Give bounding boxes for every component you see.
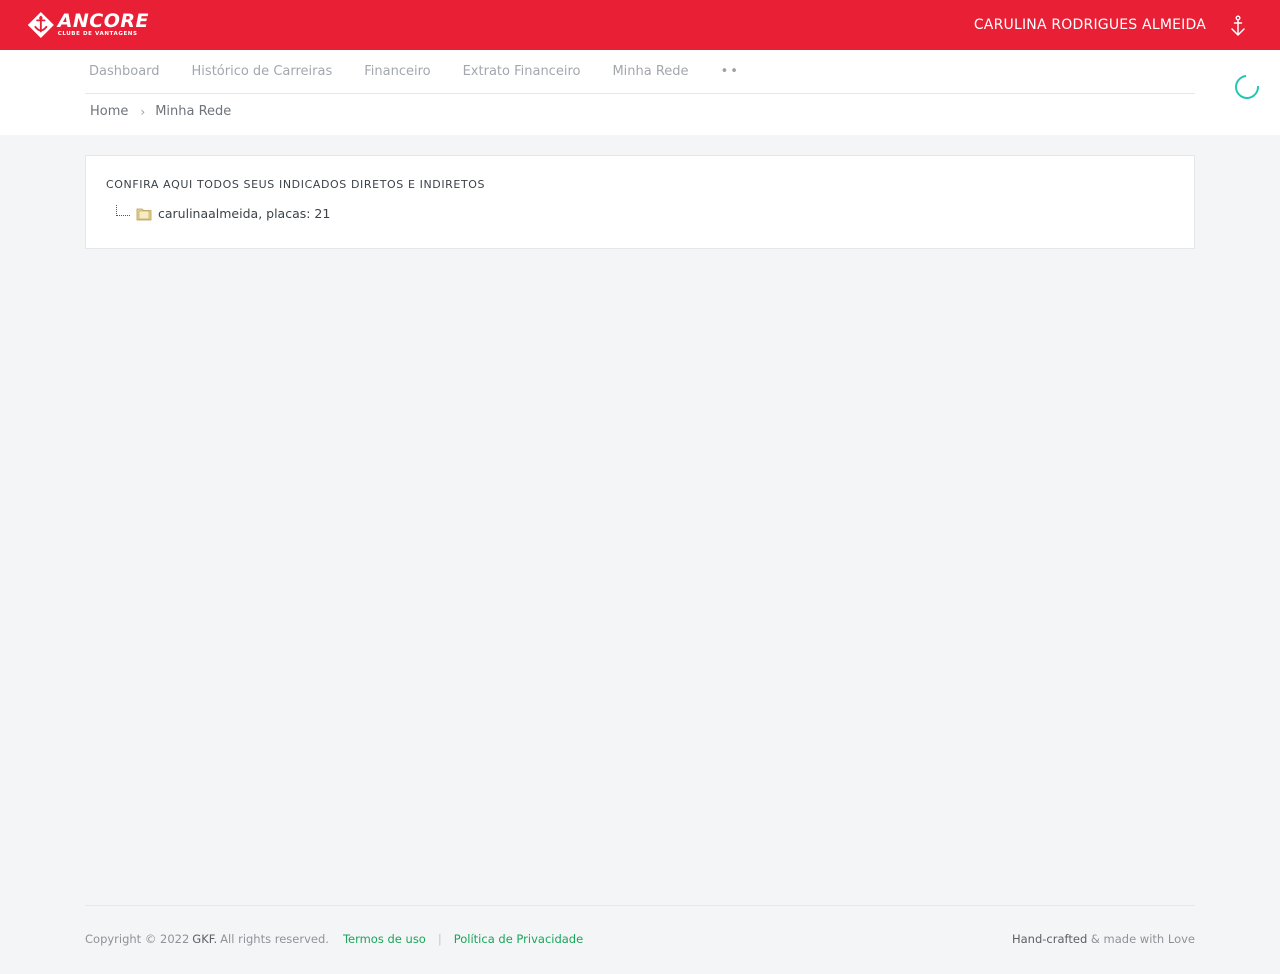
menu-item-dashboard[interactable]: Dashboard xyxy=(85,64,164,79)
breadcrumb-home[interactable]: Home xyxy=(90,104,128,119)
terms-link[interactable]: Termos de uso xyxy=(343,932,426,946)
tree-node[interactable]: carulinaalmeida, placas: 21 xyxy=(116,205,331,221)
menu-item-minha-rede[interactable]: Minha Rede xyxy=(608,64,692,79)
anchor-icon xyxy=(1231,15,1245,36)
tree-node-label: carulinaalmeida, placas: 21 xyxy=(158,206,331,221)
copyright-text: Copyright © 2022 xyxy=(85,932,190,946)
rights-text: All rights reserved. xyxy=(220,932,329,946)
footer-left: Copyright © 2022 GKF. All rights reserve… xyxy=(85,932,583,946)
card-title: CONFIRA AQUI TODOS SEUS INDICADOS DIRETO… xyxy=(106,178,486,191)
menu-item-historico-carreiras[interactable]: Histórico de Carreiras xyxy=(188,64,337,79)
logo-title: ANCORE xyxy=(57,10,149,33)
tree-connector xyxy=(116,205,130,216)
logo[interactable]: ANCORE CLUBE DE VANTAGENS xyxy=(27,9,149,41)
logo-text: ANCORE CLUBE DE VANTAGENS xyxy=(58,12,149,38)
footer-divider xyxy=(85,905,1195,906)
privacy-link[interactable]: Política de Privacidade xyxy=(454,932,583,946)
handcrafted-text: Hand-crafted xyxy=(1011,932,1088,946)
breadcrumb-separator-icon: › xyxy=(140,104,146,119)
user-name[interactable]: CARULINA RODRIGUES ALMEIDA xyxy=(974,0,1206,50)
menu-item-extrato-financeiro[interactable]: Extrato Financeiro xyxy=(459,64,585,79)
breadcrumb: Home › Minha Rede xyxy=(90,104,231,119)
logo-subtitle: CLUBE DE VANTAGENS xyxy=(57,31,138,38)
footer-link-divider: | xyxy=(437,932,442,946)
network-card: CONFIRA AQUI TODOS SEUS INDICADOS DIRETO… xyxy=(85,155,1195,249)
top-header: ANCORE CLUBE DE VANTAGENS CARULINA RODRI… xyxy=(0,0,1280,50)
menu-more-button[interactable]: •• xyxy=(721,64,740,79)
folder-icon xyxy=(136,208,152,221)
footer-right: Hand-crafted & made with Love xyxy=(1012,932,1195,946)
footer-brand: GKF. xyxy=(192,932,218,946)
made-with-text: & made with Love xyxy=(1090,932,1195,946)
breadcrumb-current: Minha Rede xyxy=(155,104,232,119)
main-menu: Dashboard Histórico de Carreiras Finance… xyxy=(85,50,1195,94)
menu-item-financeiro[interactable]: Financeiro xyxy=(360,64,434,79)
anchor-logo-icon xyxy=(27,11,54,39)
nav-area: Dashboard Histórico de Carreiras Finance… xyxy=(0,50,1280,135)
user-menu-button[interactable] xyxy=(1226,13,1250,39)
